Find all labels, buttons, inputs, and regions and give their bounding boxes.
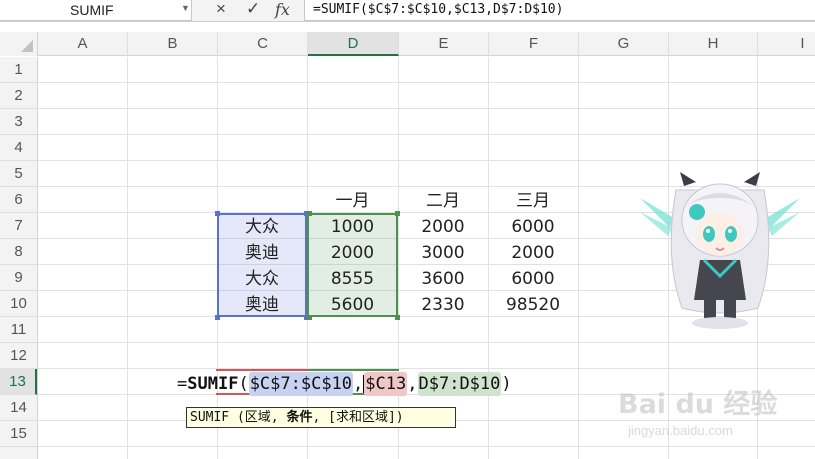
cell-feb[interactable]: 2000 — [398, 214, 488, 240]
row-header-15[interactable]: 15 — [0, 421, 37, 447]
grid-row-line — [38, 368, 815, 369]
grid-row-line — [38, 342, 815, 343]
row-header-4[interactable]: 4 — [0, 135, 37, 161]
grid-row-line — [38, 134, 815, 135]
row-header-2[interactable]: 2 — [0, 83, 37, 109]
formula-separator: , — [353, 374, 364, 394]
row-header-13[interactable]: 13 — [0, 369, 37, 395]
range-handle[interactable] — [307, 211, 312, 216]
cell-jan[interactable]: 5600 — [307, 292, 398, 318]
name-box-value: SUMIF — [70, 2, 114, 18]
watermark-logo: Bai du 经验 — [618, 389, 778, 420]
formula-arg-criteria[interactable]: $C13 — [364, 372, 408, 396]
cell-brand[interactable]: 奥迪 — [217, 240, 307, 266]
cell-brand[interactable]: 奥迪 — [217, 292, 307, 318]
anime-character-image — [640, 172, 800, 329]
row-header-9[interactable]: 9 — [0, 265, 37, 291]
tooltip-current-argument: 条件 — [286, 410, 313, 425]
tooltip-suffix: , [求和区域]) — [312, 410, 404, 425]
grid-row-line — [38, 108, 815, 109]
formula-bar: SUMIF ▼ × ✓ fx =SUMIF($C$7:$C$10,$C13,D$… — [0, 0, 815, 22]
header-jan[interactable]: 一月 — [307, 188, 398, 214]
enter-icon[interactable]: ✓ — [246, 0, 260, 19]
row-header-1[interactable]: 1 — [0, 57, 37, 83]
column-header-e[interactable]: E — [399, 32, 489, 56]
cell-feb[interactable]: 3000 — [398, 240, 488, 266]
cell-jan[interactable]: 1000 — [307, 214, 398, 240]
row-header-8[interactable]: 8 — [0, 239, 37, 265]
column-header-c[interactable]: C — [218, 32, 308, 56]
column-header-bar: ABCDEFGHI — [0, 32, 815, 56]
formula-function-name: SUMIF — [187, 374, 239, 394]
cell-mar[interactable]: 2000 — [488, 240, 578, 266]
header-mar[interactable]: 三月 — [488, 188, 578, 214]
tooltip-prefix: SUMIF (区域, — [190, 410, 287, 425]
name-box[interactable]: SUMIF ▼ — [0, 0, 192, 21]
range-handle[interactable] — [395, 315, 400, 320]
baidu-watermark: Bai du 经验 jingyan.baidu.com — [618, 382, 788, 444]
column-header-i[interactable]: I — [758, 32, 815, 56]
cell-brand[interactable]: 大众 — [217, 214, 307, 240]
range-handle[interactable] — [215, 211, 220, 216]
formula-equals: = — [177, 374, 188, 394]
formula-close-paren: ) — [501, 374, 512, 394]
row-header-6[interactable]: 6 — [0, 187, 37, 213]
cell-mar[interactable]: 6000 — [488, 266, 578, 292]
cell-jan[interactable]: 8555 — [307, 266, 398, 292]
cell-mar[interactable]: 98520 — [488, 292, 578, 318]
row-header-11[interactable]: 11 — [0, 317, 37, 343]
row-header-12[interactable]: 12 — [0, 343, 37, 369]
cell-feb[interactable]: 3600 — [398, 266, 488, 292]
row-header-bar: 1 2 3 4 5 6 7 8 9 10 11 12 13 14 15 — [0, 57, 38, 459]
insert-function-button[interactable]: fx — [275, 0, 290, 19]
formula-arg-sum-range[interactable]: D$7:D$10 — [417, 372, 502, 396]
row-header-3[interactable]: 3 — [0, 109, 37, 135]
column-header-g[interactable]: G — [579, 32, 669, 56]
cell-mar[interactable]: 6000 — [488, 214, 578, 240]
grid-column-line — [578, 57, 579, 459]
select-all-button[interactable] — [0, 32, 38, 56]
formula-input[interactable]: =SUMIF($C$7:$C$10,$C13,D$7:D$10) — [304, 0, 815, 21]
grid-row-line — [38, 160, 815, 161]
watermark-url: jingyan.baidu.com — [628, 423, 733, 438]
row-header-5[interactable]: 5 — [0, 161, 37, 187]
select-all-triangle-icon — [21, 40, 33, 52]
cell-brand[interactable]: 大众 — [217, 266, 307, 292]
formula-text: =SUMIF($C$7:$C$10,$C13,D$7:D$10) — [313, 2, 564, 17]
chevron-down-icon[interactable]: ▼ — [181, 3, 190, 13]
range-handle[interactable] — [307, 315, 312, 320]
column-header-d[interactable]: D — [308, 32, 399, 56]
function-argument-tooltip[interactable]: SUMIF (区域, 条件, [求和区域]) — [186, 407, 456, 428]
cancel-icon[interactable]: × — [216, 0, 226, 19]
cell-feb[interactable]: 2330 — [398, 292, 488, 318]
row-header-14[interactable]: 14 — [0, 395, 37, 421]
grid-column-line — [127, 57, 128, 459]
range-handle[interactable] — [395, 211, 400, 216]
cell-formula-editor[interactable]: =SUMIF($C$7:$C$10, $C13,D$7:D$10) — [177, 372, 512, 396]
grid-row-line — [38, 82, 815, 83]
row-header-10[interactable]: 10 — [0, 291, 37, 317]
formula-arg-range[interactable]: $C$7:$C$10 — [248, 372, 354, 396]
row-header-7[interactable]: 7 — [0, 213, 37, 239]
formula-open-paren: ( — [238, 374, 249, 394]
formula-separator: , — [407, 374, 418, 394]
column-header-h[interactable]: H — [669, 32, 758, 56]
header-feb[interactable]: 二月 — [398, 188, 488, 214]
column-header-b[interactable]: B — [128, 32, 218, 56]
grid-row-line — [38, 446, 815, 447]
column-header-f[interactable]: F — [489, 32, 579, 56]
cell-jan[interactable]: 2000 — [307, 240, 398, 266]
column-header-a[interactable]: A — [38, 32, 128, 56]
range-handle[interactable] — [215, 315, 220, 320]
